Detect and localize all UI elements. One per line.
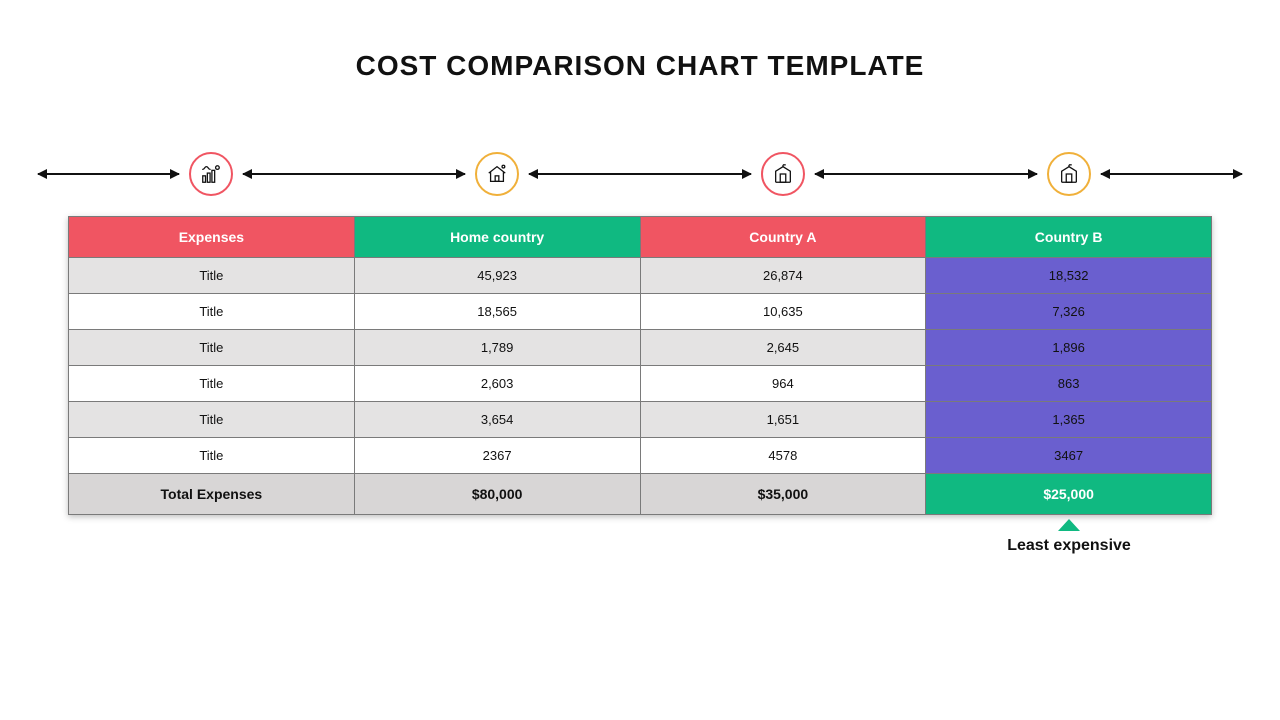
- table-header-row: Expenses Home country Country A Country …: [69, 217, 1212, 258]
- comparison-table: Expenses Home country Country A Country …: [68, 216, 1212, 515]
- finance-growth-icon: [189, 152, 233, 196]
- table-row: Title 1,789 2,645 1,896: [69, 330, 1212, 366]
- table-row: Title 2,603 964 863: [69, 366, 1212, 402]
- total-b: $25,000: [926, 474, 1212, 515]
- cell-home: 18,565: [354, 294, 640, 330]
- page-title: COST COMPARISON CHART TEMPLATE: [0, 50, 1280, 82]
- table-row: Title 45,923 26,874 18,532: [69, 258, 1212, 294]
- table-row: Title 2367 4578 3467: [69, 438, 1212, 474]
- cell-a: 964: [640, 366, 926, 402]
- cell-b: 1,365: [926, 402, 1212, 438]
- row-label: Title: [69, 294, 355, 330]
- arrow-2-3: [815, 173, 1037, 175]
- cell-home: 2,603: [354, 366, 640, 402]
- house-icon: [475, 152, 519, 196]
- col-header-expenses: Expenses: [69, 217, 355, 258]
- building-icon: [1047, 152, 1091, 196]
- col-header-home: Home country: [354, 217, 640, 258]
- col-header-a: Country A: [640, 217, 926, 258]
- cell-home: 1,789: [354, 330, 640, 366]
- cell-a: 26,874: [640, 258, 926, 294]
- total-home: $80,000: [354, 474, 640, 515]
- cell-b: 7,326: [926, 294, 1212, 330]
- row-label: Title: [69, 438, 355, 474]
- table-total-row: Total Expenses $80,000 $35,000 $25,000: [69, 474, 1212, 515]
- triangle-up-icon: [1058, 519, 1080, 531]
- row-label: Title: [69, 402, 355, 438]
- building-icon: [761, 152, 805, 196]
- col-header-b: Country B: [926, 217, 1212, 258]
- chart-container: Expenses Home country Country A Country …: [68, 152, 1212, 515]
- cell-b: 1,896: [926, 330, 1212, 366]
- row-label: Title: [69, 258, 355, 294]
- arrow-0-1: [243, 173, 465, 175]
- cell-a: 1,651: [640, 402, 926, 438]
- column-icon-row: [68, 152, 1212, 216]
- row-label: Title: [69, 330, 355, 366]
- table-row: Title 18,565 10,635 7,326: [69, 294, 1212, 330]
- cell-a: 2,645: [640, 330, 926, 366]
- row-label: Title: [69, 366, 355, 402]
- cell-home: 3,654: [354, 402, 640, 438]
- total-label: Total Expenses: [69, 474, 355, 515]
- cell-b: 18,532: [926, 258, 1212, 294]
- least-expensive-callout: Least expensive: [926, 515, 1212, 555]
- table-row: Title 3,654 1,651 1,365: [69, 402, 1212, 438]
- cell-home: 45,923: [354, 258, 640, 294]
- arrow-right-edge: [1101, 173, 1242, 175]
- cell-a: 4578: [640, 438, 926, 474]
- arrow-1-2: [529, 173, 751, 175]
- slide: COST COMPARISON CHART TEMPLATE: [0, 0, 1280, 720]
- cell-a: 10,635: [640, 294, 926, 330]
- total-a: $35,000: [640, 474, 926, 515]
- cell-b: 863: [926, 366, 1212, 402]
- callout-label: Least expensive: [926, 537, 1212, 555]
- cell-home: 2367: [354, 438, 640, 474]
- cell-b: 3467: [926, 438, 1212, 474]
- arrow-left-edge: [38, 173, 179, 175]
